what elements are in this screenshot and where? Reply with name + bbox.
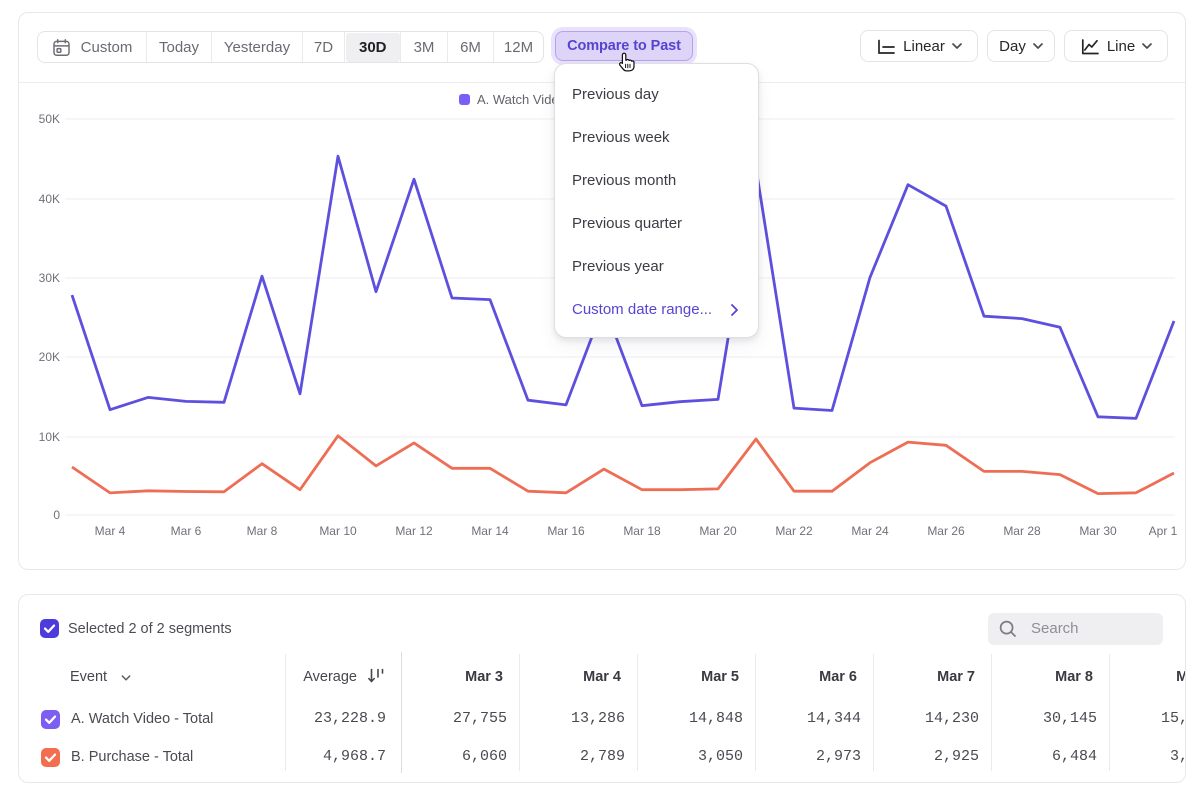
svg-text:Mar 12: Mar 12 <box>395 524 433 538</box>
svg-text:10K: 10K <box>39 430 60 444</box>
svg-text:Mar 16: Mar 16 <box>547 524 585 538</box>
svg-text:Apr 1: Apr 1 <box>1149 524 1178 538</box>
svg-text:40K: 40K <box>39 192 60 206</box>
svg-text:Mar 6: Mar 6 <box>171 524 202 538</box>
svg-text:0: 0 <box>53 508 60 522</box>
svg-text:Mar 24: Mar 24 <box>851 524 889 538</box>
svg-text:Mar 18: Mar 18 <box>623 524 661 538</box>
svg-text:Mar 22: Mar 22 <box>775 524 813 538</box>
svg-text:30K: 30K <box>39 271 60 285</box>
svg-text:20K: 20K <box>39 350 60 364</box>
svg-text:Mar 30: Mar 30 <box>1079 524 1117 538</box>
svg-text:Mar 20: Mar 20 <box>699 524 737 538</box>
svg-text:Mar 4: Mar 4 <box>95 524 126 538</box>
svg-text:Mar 26: Mar 26 <box>927 524 965 538</box>
svg-text:50K: 50K <box>39 112 60 126</box>
svg-text:Mar 14: Mar 14 <box>471 524 509 538</box>
svg-text:Mar 10: Mar 10 <box>319 524 357 538</box>
svg-text:Mar 28: Mar 28 <box>1003 524 1041 538</box>
svg-text:Mar 8: Mar 8 <box>247 524 278 538</box>
